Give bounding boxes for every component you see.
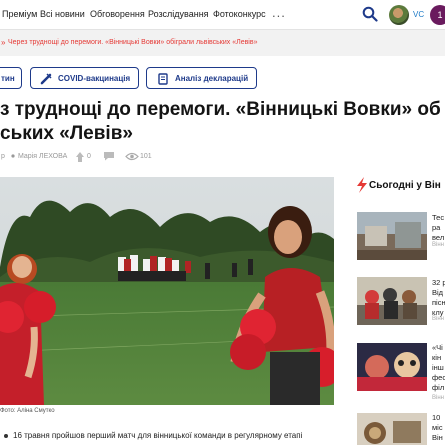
tag-label: COVID-вакцинація <box>58 74 131 83</box>
sidebar-item-source: Вінн <box>432 316 444 322</box>
comment-icon[interactable] <box>103 151 115 161</box>
nav-item-photo-contest[interactable]: Фотоконкурс <box>213 9 266 19</box>
syringe-icon <box>40 73 52 85</box>
nav-item-premium[interactable]: Преміум <box>2 9 37 19</box>
sidebar-thumbnail[interactable] <box>357 343 427 391</box>
thumbnail-image <box>357 277 427 325</box>
tag-button-covid[interactable]: COVID-вакцинація <box>30 67 139 89</box>
tag-label: Аналіз декларацій <box>175 74 249 83</box>
sidebar-thumbnail[interactable] <box>357 212 427 260</box>
article-date: р <box>1 153 5 160</box>
sidebar-thumbnail[interactable] <box>357 277 427 325</box>
tag-button-declarations[interactable]: Аналіз декларацій <box>146 67 257 89</box>
avatar[interactable] <box>389 5 409 25</box>
notification-badge[interactable]: 1 <box>430 5 445 25</box>
headline-line-2: ських «Левів» <box>0 123 133 144</box>
user-label[interactable]: VC <box>413 10 424 19</box>
search-icon[interactable] <box>362 6 378 22</box>
article-photo <box>0 177 334 405</box>
like-icon[interactable] <box>75 151 85 163</box>
tag-label: тин <box>1 74 15 83</box>
sidebar-item-title[interactable]: «Чі кін інш фес філ <box>432 343 445 393</box>
top-navigation: Преміум Всі новини Обговорення Розслідув… <box>0 0 445 30</box>
breadcrumb-separator: » <box>1 38 6 47</box>
breadcrumb-current[interactable]: Через труднощі до перемоги. «Вінницькі В… <box>8 39 257 46</box>
nav-more-button[interactable]: ... <box>272 5 286 20</box>
eye-icon <box>125 152 139 161</box>
sidebar-thumbnail[interactable] <box>357 413 427 445</box>
sidebar-item-source: Вінн <box>432 395 444 401</box>
sidebar-item-title[interactable]: Тес ра вел <box>432 213 444 243</box>
thumbnail-image <box>357 413 427 445</box>
headline-line-1: з труднощі до перемоги. «Вінницькі Вовки… <box>0 99 441 120</box>
bullet-icon <box>4 434 8 438</box>
document-icon <box>158 73 168 85</box>
football-game-photo <box>0 177 334 405</box>
sidebar-item-title[interactable]: 32 р Від пісн клу <box>432 278 445 318</box>
thumbnail-image <box>357 212 427 260</box>
view-count: 101 <box>140 153 152 160</box>
article-lead: 16 травня пройшов перший матч для вінниц… <box>13 431 303 440</box>
nav-item-all-news[interactable]: Всі новини <box>40 9 85 19</box>
tag-button-partial[interactable]: тин <box>0 67 22 89</box>
thumbnail-image <box>357 343 427 391</box>
sidebar-item-source: Вінн <box>432 242 444 248</box>
sidebar-item-title[interactable]: 10 міс Він <box>432 413 443 443</box>
photo-caption: Фото: Аліна Смутко <box>0 408 55 414</box>
article-author[interactable]: Марія ЛЕХОВА <box>18 153 67 160</box>
article-headline: з труднощі до перемоги. «Вінницькі Вовки… <box>0 98 445 146</box>
nav-item-investigations[interactable]: Розслідування <box>148 9 209 19</box>
sidebar-title: Сьогодні у Він <box>369 180 441 191</box>
flash-icon <box>357 177 367 193</box>
dot-icon <box>11 154 15 158</box>
like-count: 0 <box>87 153 91 160</box>
nav-item-discussions[interactable]: Обговорення <box>90 9 145 19</box>
